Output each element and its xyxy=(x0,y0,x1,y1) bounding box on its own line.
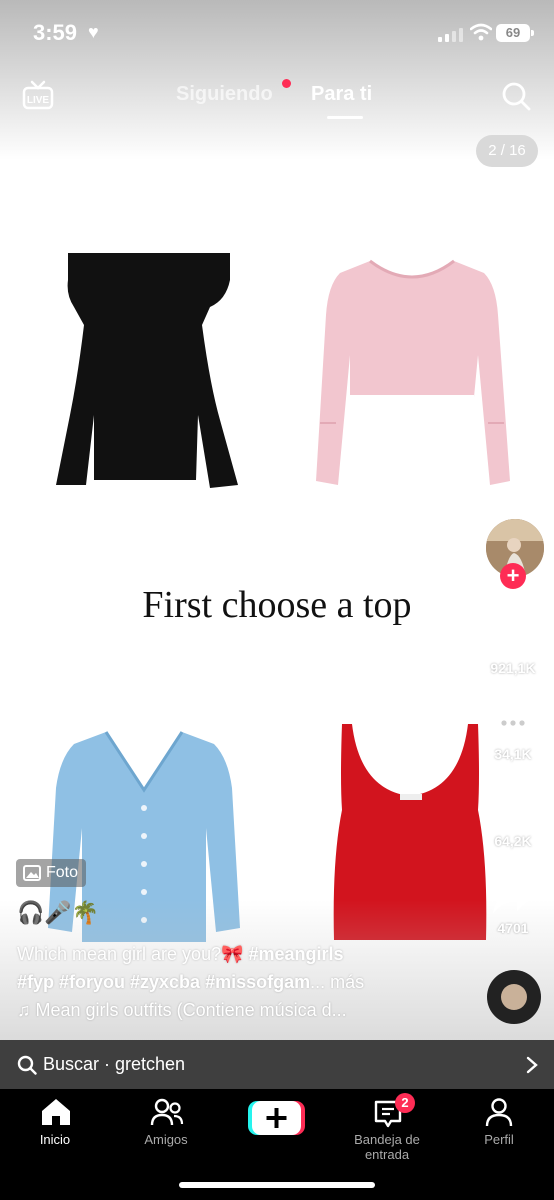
post-description[interactable]: Which mean girl are you?🎀 #meangirls #fy… xyxy=(17,940,437,996)
related-search-text: Buscar · gretchen xyxy=(43,1054,186,1074)
live-label: LIVE xyxy=(27,95,50,106)
like-icon[interactable] xyxy=(491,620,535,660)
music-title: Mean girls outfits (Contiene música d... xyxy=(35,1000,347,1020)
comment-icon[interactable] xyxy=(491,705,535,745)
pink-top-image xyxy=(316,259,510,485)
photo-badge-label: Foto xyxy=(46,864,79,881)
save-count: 64,2K xyxy=(494,833,532,849)
status-time: 3:59 xyxy=(33,20,78,45)
share-count: 4701 xyxy=(497,920,529,936)
friends-icon[interactable] xyxy=(150,1097,184,1127)
following-notification-dot xyxy=(282,79,291,88)
share-icon[interactable] xyxy=(491,878,535,918)
music-disc-cover xyxy=(501,984,527,1010)
inbox-badge: 2 xyxy=(395,1093,415,1113)
follow-button[interactable]: + xyxy=(500,563,526,589)
more-link[interactable]: ... más xyxy=(310,972,364,992)
tab-home-label[interactable]: Inicio xyxy=(0,1132,110,1147)
wifi-icon xyxy=(470,23,492,41)
tab-following[interactable]: Siguiendo xyxy=(176,83,273,106)
tab-for-you[interactable]: Para ti xyxy=(311,83,372,106)
music-note-icon: ♫ xyxy=(17,1000,36,1020)
search-icon xyxy=(17,1055,37,1075)
home-indicator xyxy=(179,1182,375,1188)
description-text: Which mean girl are you?🎀 xyxy=(17,944,249,964)
music-info[interactable]: ♫ Mean girls outfits (Contiene música d.… xyxy=(17,1000,347,1021)
battery-indicator: 69 xyxy=(496,24,534,42)
hashtags-line[interactable]: #fyp #foryou #zyxcba #missofgam xyxy=(17,972,310,992)
black-top-image xyxy=(56,253,238,488)
hashtag-meangirls[interactable]: #meangirls xyxy=(249,944,344,964)
photo-counter: 2 / 16 xyxy=(476,135,538,167)
photo-mode-badge: Foto xyxy=(16,859,86,887)
live-icon[interactable]: LIVE xyxy=(22,80,54,110)
signal-icon xyxy=(438,26,466,42)
create-post-button[interactable] xyxy=(248,1099,305,1137)
bookmark-icon[interactable] xyxy=(491,792,535,832)
tab-inbox-label[interactable]: Bandeja de entrada xyxy=(332,1132,442,1162)
heart-status-icon: ♥ xyxy=(88,22,99,42)
comment-count: 34,1K xyxy=(494,746,532,762)
photo-icon xyxy=(23,865,41,881)
active-tab-indicator xyxy=(327,116,363,119)
tab-friends-label[interactable]: Amigos xyxy=(111,1132,221,1147)
profile-icon[interactable] xyxy=(484,1097,514,1127)
tab-profile-label[interactable]: Perfil xyxy=(444,1132,554,1147)
home-icon[interactable] xyxy=(39,1097,73,1127)
post-emojis: 🎧🎤🌴 xyxy=(17,900,100,925)
post-caption-text: First choose a top xyxy=(142,584,412,626)
like-count: 921,1K xyxy=(490,660,536,676)
search-icon[interactable] xyxy=(500,80,532,112)
chevron-right-icon[interactable] xyxy=(526,1056,538,1074)
